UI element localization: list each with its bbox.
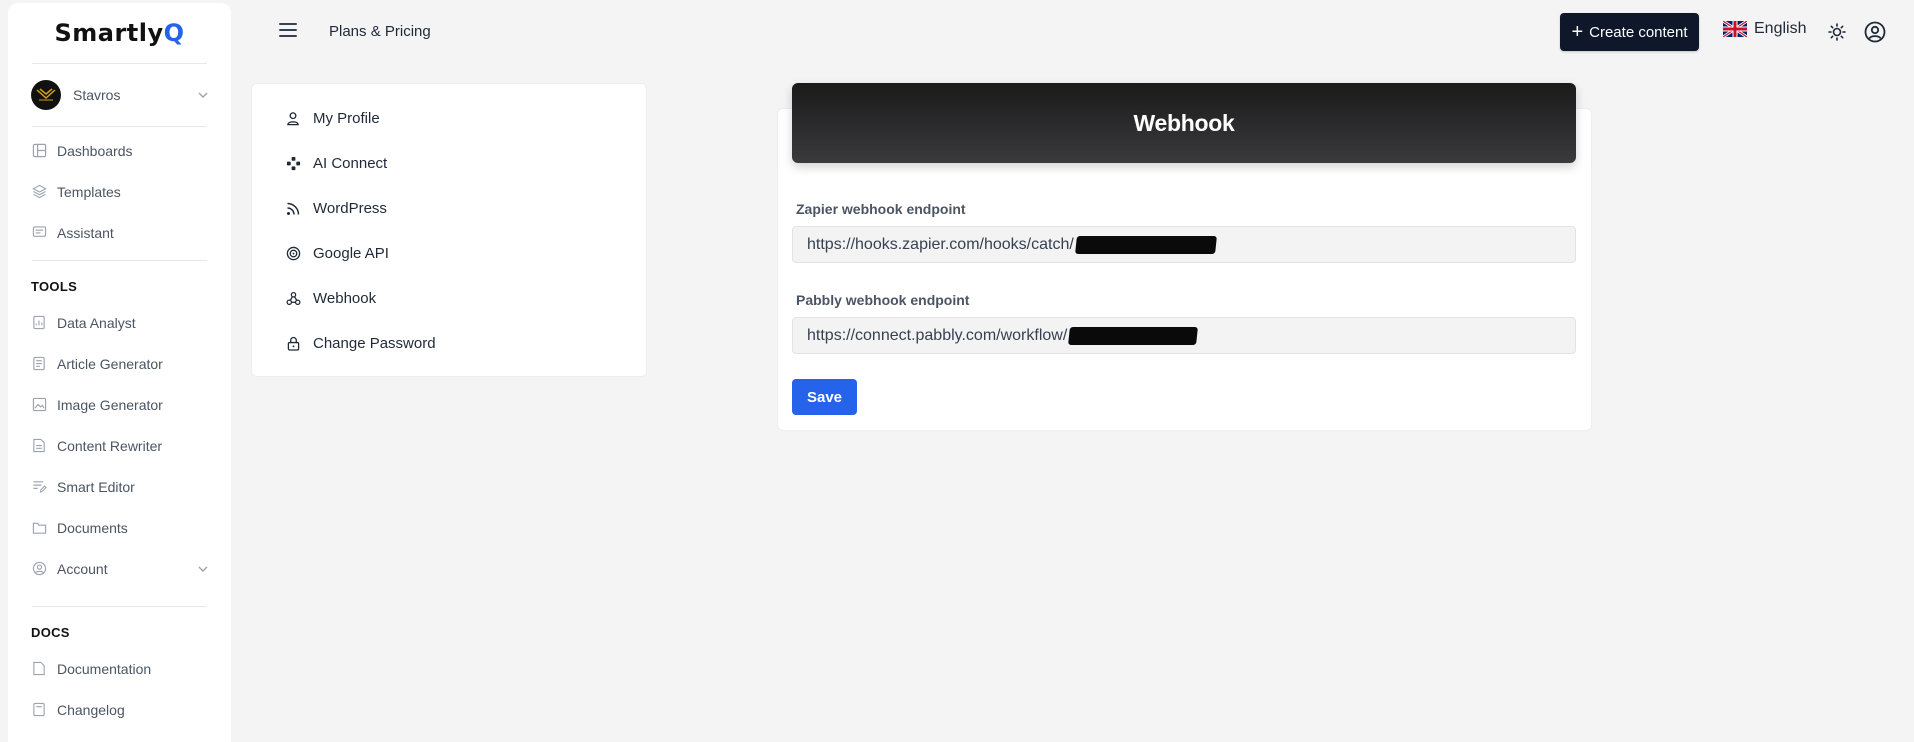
- redacted-mark: [1074, 235, 1217, 254]
- sidebar-item-account[interactable]: Account: [8, 548, 231, 589]
- webhook-icon: [285, 291, 301, 307]
- sidebar-item-label: Dashboards: [57, 142, 133, 159]
- doc-icon: [31, 661, 47, 677]
- user-icon: [285, 111, 301, 127]
- user-circle-icon: [31, 561, 47, 577]
- sidebar-item-data-analyst[interactable]: Data Analyst: [8, 302, 231, 343]
- menu-item-label: Change Password: [313, 335, 436, 352]
- menu-item-webhook[interactable]: Webhook: [252, 276, 646, 321]
- sidebar-item-article-generator[interactable]: Article Generator: [8, 343, 231, 384]
- plus-icon: +: [1571, 21, 1584, 43]
- chevron-down-icon: [198, 566, 208, 572]
- document-icon: [31, 438, 47, 454]
- chat-icon: [31, 225, 47, 241]
- user-menu[interactable]: Stavros: [8, 64, 231, 126]
- sidebar-item-content-rewriter[interactable]: Content Rewriter: [8, 425, 231, 466]
- sidebar-item-documents[interactable]: Documents: [8, 507, 231, 548]
- hamburger-icon: [279, 29, 297, 31]
- target-icon: [285, 246, 301, 262]
- pabbly-webhook-value: https://connect.pabbly.com/workflow/: [807, 326, 1068, 344]
- menu-item-label: Google API: [313, 245, 389, 262]
- menu-item-wordpress[interactable]: WordPress: [252, 186, 646, 231]
- language-selector[interactable]: English: [1723, 20, 1806, 38]
- sidebar-item-label: Templates: [57, 183, 121, 200]
- avatar: [31, 80, 61, 110]
- hamburger-icon: [279, 23, 297, 25]
- sidebar-item-label: Assistant: [57, 224, 114, 241]
- brand-logo[interactable]: Smartly Q: [8, 3, 231, 63]
- menu-item-google-api[interactable]: Google API: [252, 231, 646, 276]
- pabbly-field-label: Pabbly webhook endpoint: [796, 292, 970, 308]
- sidebar-item-changelog[interactable]: Changelog: [8, 689, 231, 730]
- theme-toggle-sun-icon[interactable]: [1828, 23, 1846, 41]
- zapier-webhook-value: https://hooks.zapier.com/hooks/catch/: [807, 235, 1074, 253]
- menu-item-change-password[interactable]: Change Password: [252, 321, 646, 366]
- create-content-button[interactable]: + Create content: [1560, 13, 1699, 51]
- sidebar-item-assistant[interactable]: Assistant: [8, 212, 231, 253]
- hamburger-icon: [279, 35, 297, 37]
- settings-menu: My Profile AI Connect WordPress Google A…: [251, 83, 647, 377]
- menu-item-label: WordPress: [313, 200, 387, 217]
- section-title-docs: DOCS: [31, 625, 70, 640]
- user-account-icon[interactable]: [1864, 21, 1886, 43]
- sidebar-item-label: Documentation: [57, 660, 152, 677]
- menu-item-my-profile[interactable]: My Profile: [252, 96, 646, 141]
- sidebar-item-label: Content Rewriter: [57, 437, 163, 454]
- dashboard-icon: [31, 143, 47, 159]
- sidebar-item-label: Documents: [57, 519, 128, 536]
- lock-icon: [285, 336, 301, 352]
- sidebar-item-templates[interactable]: Templates: [8, 171, 231, 212]
- sidebar-item-label: Account: [57, 560, 108, 577]
- save-button[interactable]: Save: [792, 379, 857, 415]
- zapier-field-label: Zapier webhook endpoint: [796, 201, 966, 217]
- sidebar-item-documentation[interactable]: Documentation: [8, 648, 231, 689]
- sidebar-item-label: Image Generator: [57, 396, 163, 413]
- chevron-down-icon: [198, 92, 208, 98]
- rss-icon: [285, 201, 301, 217]
- sidebar: Smartly Q Stavros Dashboards Templates As…: [8, 3, 231, 742]
- sidebar-item-label: Changelog: [57, 701, 125, 718]
- menu-item-label: Webhook: [313, 290, 377, 307]
- menu-toggle-button[interactable]: [279, 23, 297, 37]
- sidebar-item-smart-editor[interactable]: Smart Editor: [8, 466, 231, 507]
- menu-item-label: AI Connect: [313, 155, 388, 172]
- article-icon: [31, 356, 47, 372]
- redacted-mark: [1068, 326, 1199, 345]
- changelog-icon: [31, 702, 47, 718]
- image-icon: [31, 397, 47, 413]
- section-title-tools: TOOLS: [31, 279, 78, 294]
- file-chart-icon: [31, 315, 47, 331]
- create-content-label: Create content: [1589, 23, 1688, 41]
- brand-main-text: Smartly: [54, 19, 164, 47]
- webhook-title: Webhook: [792, 83, 1576, 163]
- user-name: Stavros: [73, 87, 121, 103]
- plans-pricing-link[interactable]: Plans & Pricing: [329, 23, 431, 40]
- sidebar-item-label: Data Analyst: [57, 314, 136, 331]
- sidebar-item-label: Article Generator: [57, 355, 163, 372]
- menu-item-label: My Profile: [313, 110, 380, 127]
- uk-flag-icon: [1723, 21, 1747, 37]
- connect-icon: [285, 156, 301, 172]
- language-label: English: [1754, 20, 1807, 37]
- edit-lines-icon: [31, 479, 47, 495]
- sidebar-item-label: Smart Editor: [57, 478, 135, 495]
- sidebar-item-dashboards[interactable]: Dashboards: [8, 130, 231, 171]
- menu-item-ai-connect[interactable]: AI Connect: [252, 141, 646, 186]
- sidebar-item-image-generator[interactable]: Image Generator: [8, 384, 231, 425]
- brand-accent-text: Q: [163, 19, 185, 47]
- pabbly-webhook-input[interactable]: https://connect.pabbly.com/workflow/: [792, 317, 1576, 354]
- folder-icon: [31, 520, 47, 536]
- layers-icon: [31, 184, 47, 200]
- zapier-webhook-input[interactable]: https://hooks.zapier.com/hooks/catch/: [792, 226, 1576, 263]
